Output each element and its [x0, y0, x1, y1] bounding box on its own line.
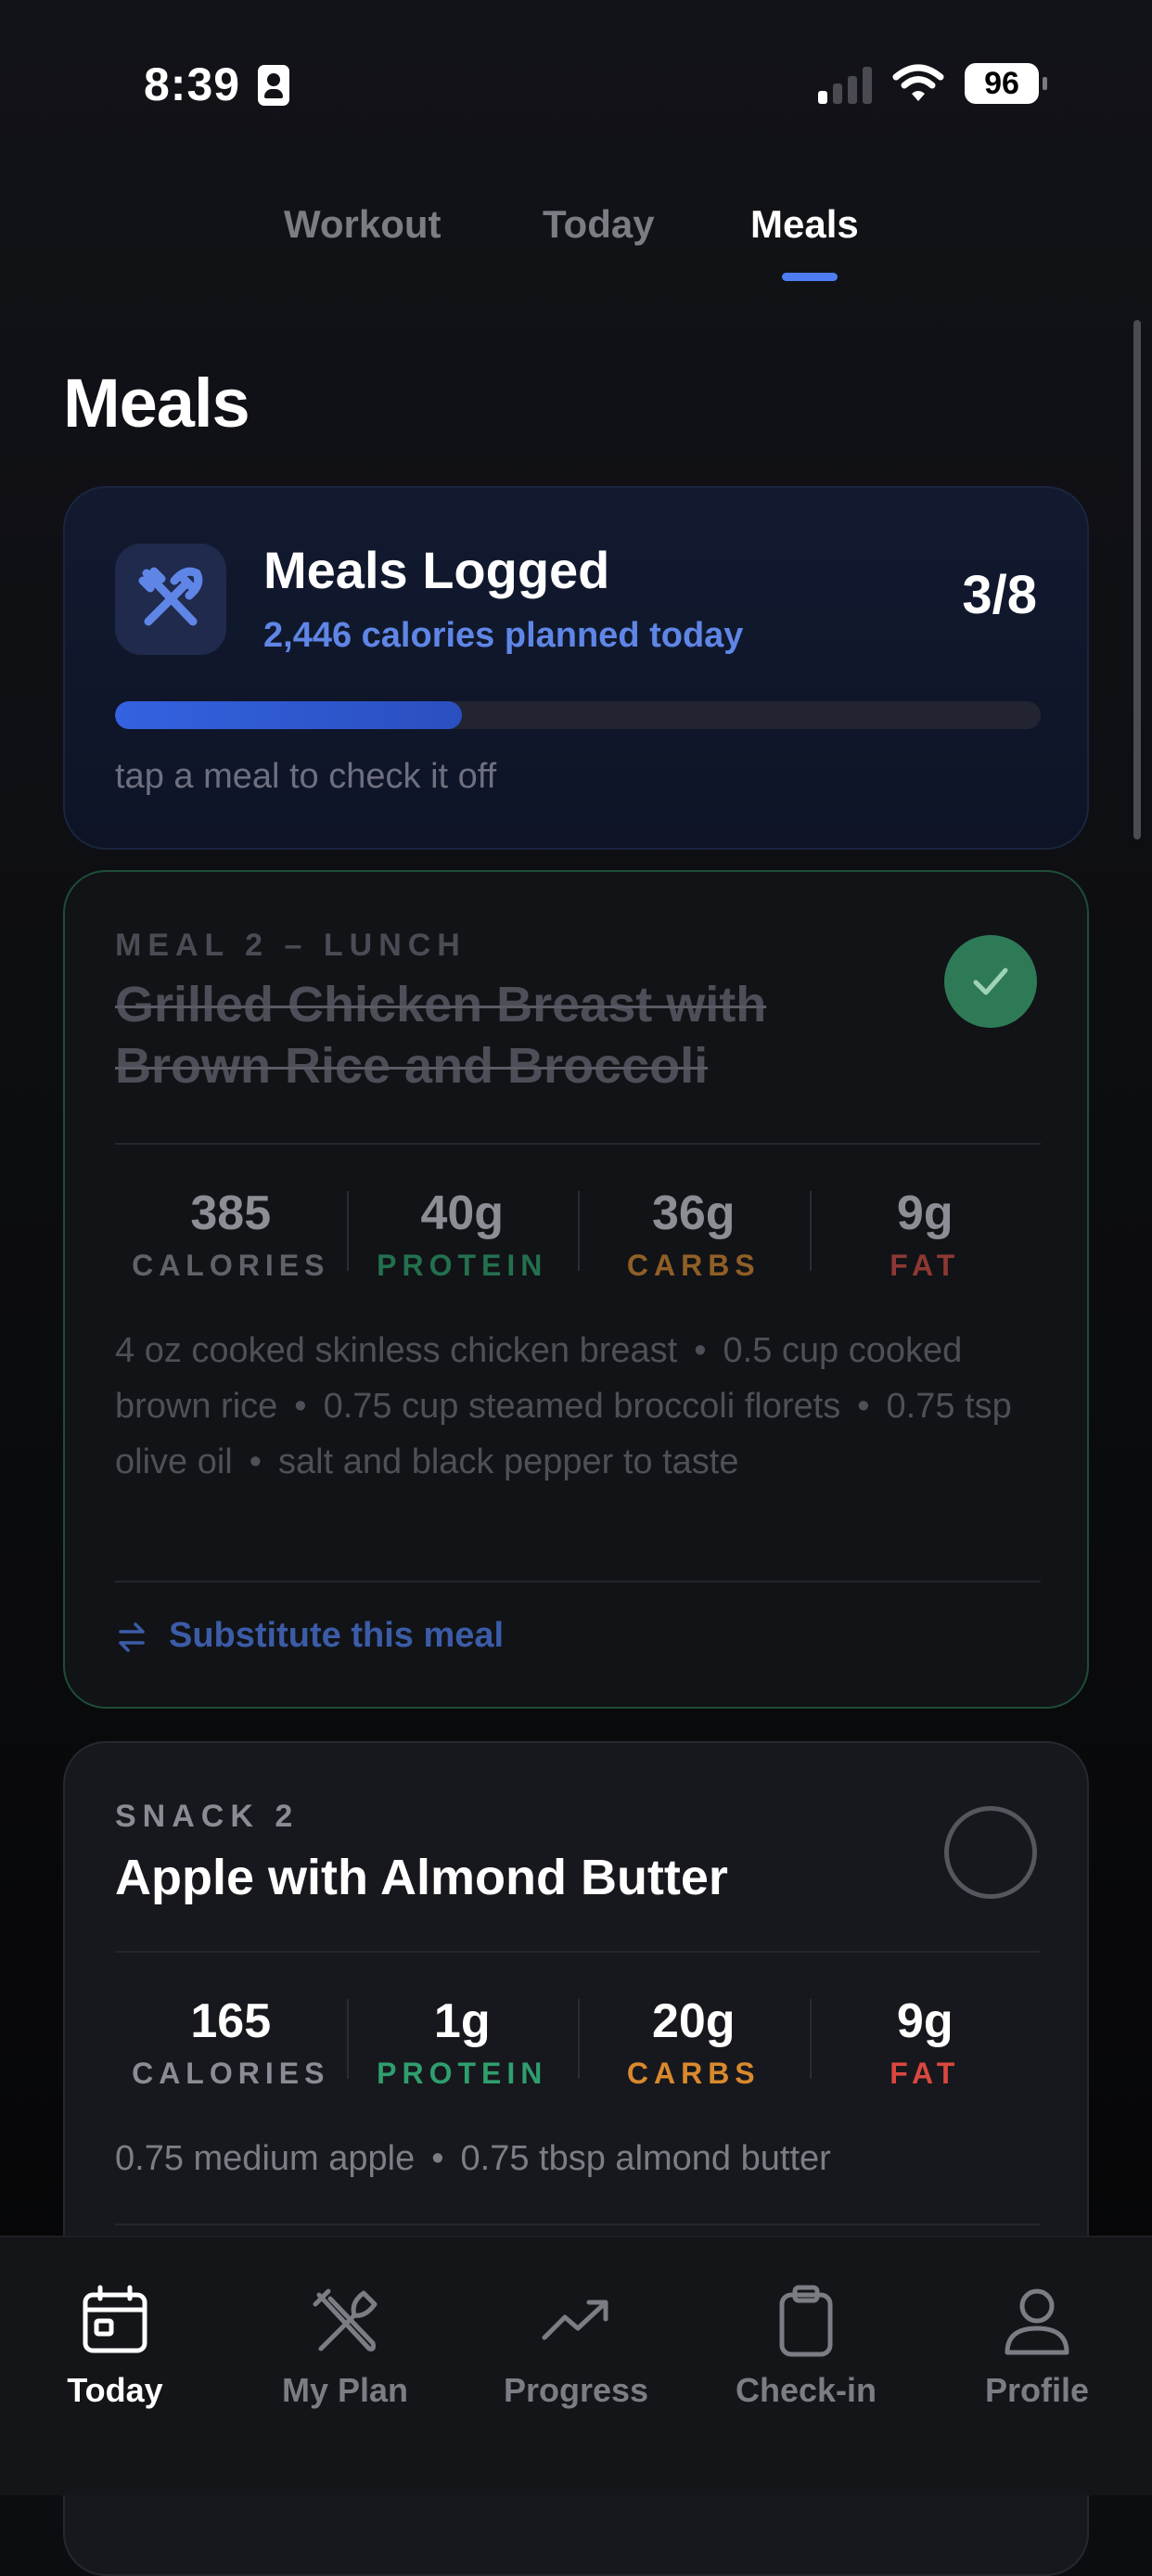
fat-label: FAT — [890, 1249, 961, 1282]
top-tabs: Workout Today Meals — [0, 202, 1152, 276]
contact-card-icon — [258, 65, 289, 106]
macro-carbs: 36g CARBS — [578, 1178, 810, 1299]
scrollbar[interactable] — [1133, 320, 1141, 839]
bottom-tab-bar: Today My Plan Progress Check-in Profile — [0, 2236, 1152, 2495]
nav-today[interactable]: Today — [13, 2284, 217, 2410]
protein-label: PROTEIN — [377, 2057, 548, 2090]
active-tab-indicator — [782, 273, 838, 281]
ingredient: salt and black pepper to taste — [278, 1442, 739, 1481]
carbs-value: 36g — [651, 1186, 736, 1240]
ingredient: 0.75 tbsp almond butter — [460, 2139, 831, 2178]
checkmark-icon — [973, 968, 1008, 995]
meal-checkbox-checked[interactable] — [944, 935, 1037, 1028]
ingredient: 0.75 medium apple — [115, 2139, 416, 2178]
ingredient-separator: • — [294, 1387, 307, 1426]
ingredient: 0.75 cup steamed broccoli florets — [323, 1387, 841, 1426]
macro-fat: 9g FAT — [809, 1986, 1042, 2107]
calories-value: 165 — [190, 1994, 272, 2048]
ingredient-separator: • — [857, 1387, 870, 1426]
person-icon — [1005, 2288, 1069, 2355]
app-screen: 8:39 96 Workout Today Meals Meals Meals … — [0, 0, 1152, 2576]
fat-value: 9g — [896, 1186, 954, 1240]
tab-today[interactable]: Today — [543, 202, 655, 247]
nav-check-in[interactable]: Check-in — [704, 2284, 908, 2410]
clipboard-icon — [779, 2285, 833, 2357]
macro-row: 165 CALORIES 1g PROTEIN 20g CARBS 9g FAT — [115, 1986, 1041, 2107]
macro-carbs: 20g CARBS — [578, 1986, 810, 2107]
ingredient: 4 oz cooked skinless chicken breast — [115, 1331, 678, 1370]
status-time: 8:39 — [144, 58, 241, 110]
calories-value: 385 — [190, 1186, 272, 1240]
divider — [115, 1581, 1041, 1583]
fat-value: 9g — [896, 1994, 954, 2048]
calories-label: CALORIES — [132, 1249, 330, 1282]
meal-card-lunch[interactable]: MEAL 2 – LUNCH Grilled Chicken Breast wi… — [63, 870, 1089, 1709]
meal-name: Apple with Almond Butter — [115, 1850, 728, 1905]
calories-label: CALORIES — [132, 2057, 330, 2090]
nav-label: Profile — [984, 2371, 1090, 2409]
ingredient-list: 4 oz cooked skinless chicken breast • 0.5 … — [115, 1323, 1043, 1490]
ingredient-list: 0.75 medium apple • 0.75 tbsp almond butte… — [115, 2131, 1043, 2186]
meals-logged-count: 3/8 — [962, 565, 1037, 625]
macro-protein: 1g PROTEIN — [346, 1986, 579, 2107]
cellular-signal-icon — [818, 65, 876, 104]
battery-indicator: 96 — [965, 63, 1047, 104]
summary-hint: tap a meal to check it off — [115, 757, 497, 796]
page-title: Meals — [63, 365, 250, 442]
nav-label: Check-in — [735, 2371, 877, 2409]
meal-checkbox-unchecked[interactable] — [944, 1806, 1037, 1899]
nav-label: My Plan — [281, 2371, 409, 2409]
divider — [115, 2224, 1041, 2225]
protein-value: 1g — [433, 1994, 491, 2048]
meal-name: Grilled Chicken Breast with Brown Rice a… — [115, 977, 767, 1094]
macro-protein: 40g PROTEIN — [346, 1178, 579, 1299]
carbs-value: 20g — [651, 1994, 736, 2048]
fork-knife-icon — [313, 2288, 378, 2352]
substitute-label: Substitute this meal — [169, 1616, 505, 1655]
nav-progress[interactable]: Progress — [474, 2284, 678, 2410]
ingredient-separator: • — [431, 2139, 444, 2178]
fat-label: FAT — [890, 2057, 961, 2090]
swap-arrows-icon — [119, 1622, 145, 1652]
macro-calories: 165 CALORIES — [115, 1986, 347, 2107]
meal-label: SNACK 2 — [115, 1799, 300, 1834]
divider — [115, 1951, 1041, 1953]
nav-label: Progress — [503, 2371, 649, 2409]
divider — [115, 1143, 1041, 1145]
meal-label: MEAL 2 – LUNCH — [115, 928, 467, 963]
calendar-icon — [83, 2285, 147, 2353]
wifi-icon — [892, 64, 944, 101]
tab-workout[interactable]: Workout — [284, 202, 442, 247]
ingredient-separator: • — [694, 1331, 707, 1370]
macro-calories: 385 CALORIES — [115, 1178, 347, 1299]
meals-logged-card: Meals Logged 2,446 calories planned toda… — [63, 486, 1089, 850]
protein-value: 40g — [420, 1186, 505, 1240]
nav-profile[interactable]: Profile — [935, 2284, 1139, 2410]
substitute-meal-button[interactable]: Substitute this meal — [115, 1616, 504, 1656]
nav-label: Today — [67, 2371, 163, 2409]
carbs-label: CARBS — [626, 1249, 761, 1282]
fork-knife-icon — [115, 544, 226, 655]
tab-meals[interactable]: Meals — [750, 202, 859, 247]
calories-planned: 2,446 calories planned today — [263, 616, 744, 655]
carbs-label: CARBS — [626, 2057, 761, 2090]
macro-fat: 9g FAT — [809, 1178, 1042, 1299]
protein-label: PROTEIN — [377, 1249, 548, 1282]
ingredient-separator: • — [249, 1442, 262, 1481]
trend-up-icon — [542, 2300, 608, 2340]
nav-my-plan[interactable]: My Plan — [243, 2284, 447, 2410]
summary-title: Meals Logged — [263, 541, 610, 599]
meals-progress-bar — [115, 701, 1041, 729]
meals-progress-fill — [115, 701, 463, 729]
macro-row: 385 CALORIES 40g PROTEIN 36g CARBS 9g FA… — [115, 1178, 1041, 1299]
status-bar: 8:39 96 — [0, 0, 1152, 139]
